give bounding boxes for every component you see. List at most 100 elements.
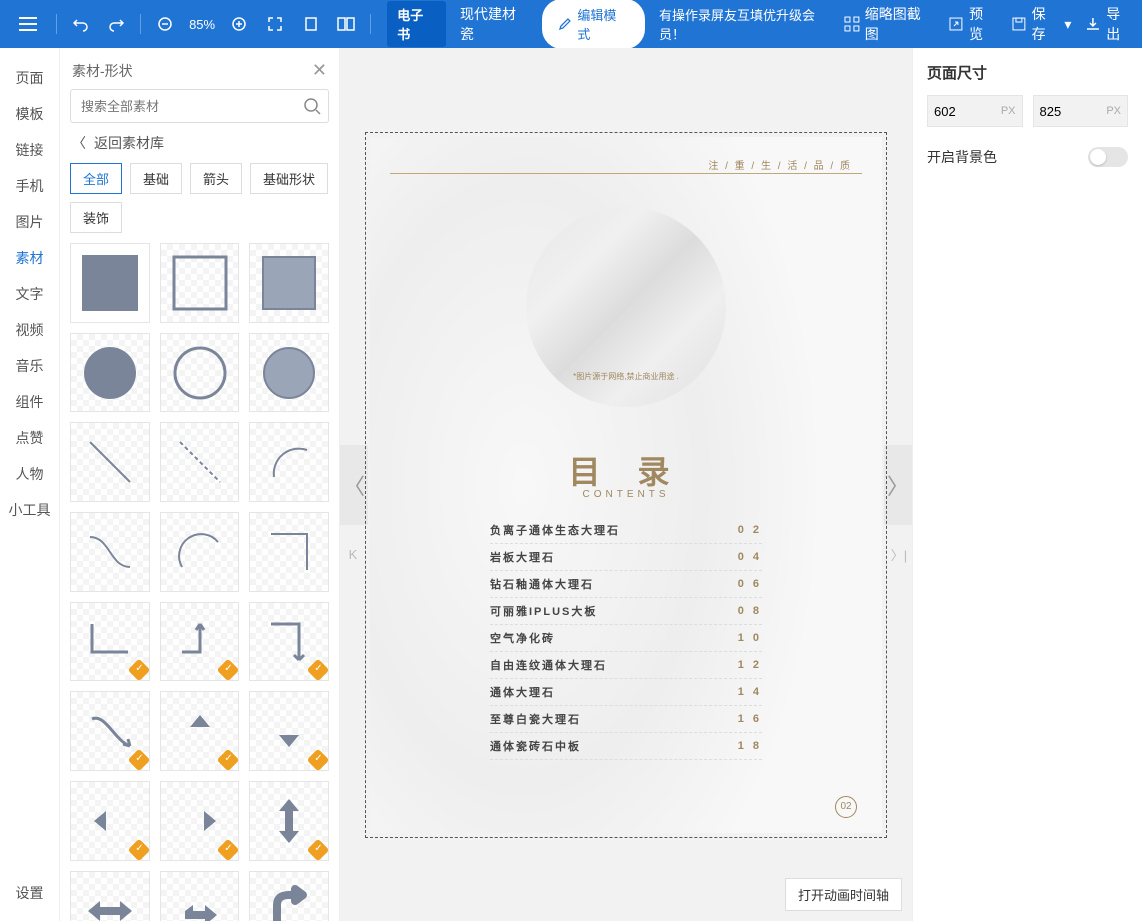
filter-tab-0[interactable]: 全部 xyxy=(70,163,122,194)
shape-item-17[interactable] xyxy=(249,691,329,771)
image-caption: *图片源于网络,禁止商业用途 . xyxy=(573,371,679,382)
shape-item-12[interactable] xyxy=(70,602,150,682)
nav-item-1[interactable]: 模板 xyxy=(0,96,59,132)
shapes-grid-scroll[interactable] xyxy=(60,243,339,921)
prev-page-button[interactable]: 〈 xyxy=(340,445,368,525)
menu-icon[interactable] xyxy=(8,4,48,44)
single-page-icon[interactable] xyxy=(295,8,327,40)
bg-toggle[interactable] xyxy=(1088,147,1128,167)
toc-page-num: 1 2 xyxy=(738,659,762,671)
shape-item-4[interactable] xyxy=(160,333,240,413)
next-page-button[interactable]: 〉 xyxy=(884,445,912,525)
shapes-grid xyxy=(70,243,329,921)
shape-item-9[interactable] xyxy=(70,512,150,592)
left-nav: 页面模板链接手机图片素材文字视频音乐组件点赞人物小工具设置 xyxy=(0,48,60,921)
open-timeline-button[interactable]: 打开动画时间轴 xyxy=(785,878,902,911)
size-row: PX PX xyxy=(927,95,1128,127)
redo-icon[interactable] xyxy=(101,8,133,40)
unit-label: PX xyxy=(1106,105,1121,117)
shape-item-13[interactable] xyxy=(160,602,240,682)
toc-label: 空气净化砖 xyxy=(490,630,555,646)
nav-item-4[interactable]: 图片 xyxy=(0,204,59,240)
shape-item-16[interactable] xyxy=(160,691,240,771)
thumbnail-button[interactable]: 缩略图截图 xyxy=(844,4,934,44)
toc-page-num: 0 2 xyxy=(738,524,762,536)
shape-item-10[interactable] xyxy=(160,512,240,592)
zoom-out-icon[interactable] xyxy=(149,8,181,40)
nav-item-0[interactable]: 页面 xyxy=(0,60,59,96)
shape-item-0[interactable] xyxy=(70,243,150,323)
preview-button[interactable]: 预览 xyxy=(948,4,997,44)
unit-label: PX xyxy=(1001,105,1016,117)
filter-tab-3[interactable]: 基础形状 xyxy=(250,163,328,194)
shape-item-3[interactable] xyxy=(70,333,150,413)
shape-item-14[interactable] xyxy=(249,602,329,682)
last-page-icon[interactable]: 〉| xyxy=(890,546,908,564)
shape-item-21[interactable] xyxy=(70,871,150,921)
nav-item-3[interactable]: 手机 xyxy=(0,168,59,204)
shape-item-8[interactable] xyxy=(249,422,329,502)
shape-item-5[interactable] xyxy=(249,333,329,413)
shape-item-1[interactable] xyxy=(160,243,240,323)
shape-item-2[interactable] xyxy=(249,243,329,323)
shape-item-11[interactable] xyxy=(249,512,329,592)
nav-item-11[interactable]: 人物 xyxy=(0,456,59,492)
shape-item-15[interactable] xyxy=(70,691,150,771)
nav-item-5[interactable]: 素材 xyxy=(0,240,59,276)
toc-row-6: 通体大理石1 4 xyxy=(490,679,762,706)
shape-item-19[interactable] xyxy=(160,781,240,861)
nav-item-7[interactable]: 视频 xyxy=(0,312,59,348)
external-icon xyxy=(948,16,964,32)
back-link[interactable]: 〈 返回素材库 xyxy=(60,133,339,163)
nav-item-9[interactable]: 组件 xyxy=(0,384,59,420)
edit-mode-label: 编辑模式 xyxy=(577,5,629,43)
pencil-icon xyxy=(558,17,572,31)
shape-item-20[interactable] xyxy=(249,781,329,861)
nav-item-10[interactable]: 点赞 xyxy=(0,420,59,456)
toggle-knob xyxy=(1090,149,1106,165)
first-page-icon[interactable]: K xyxy=(344,546,362,564)
nav-item-6[interactable]: 文字 xyxy=(0,276,59,312)
search-input[interactable] xyxy=(70,89,329,123)
nav-item-8[interactable]: 音乐 xyxy=(0,348,59,384)
undo-icon[interactable] xyxy=(65,8,97,40)
shape-item-18[interactable] xyxy=(70,781,150,861)
filter-tab-4[interactable]: 装饰 xyxy=(70,202,122,233)
toc-row-7: 至尊白瓷大理石1 6 xyxy=(490,706,762,733)
filter-tab-2[interactable]: 箭头 xyxy=(190,163,242,194)
filter-tabs: 全部基础箭头基础形状装饰 xyxy=(60,163,339,243)
page-selection-border[interactable]: 注 / 重 / 生 / 活 / 品 / 质 *图片源于网络,禁止商业用途 . 目… xyxy=(365,132,887,838)
export-button[interactable]: 导出 xyxy=(1085,4,1134,44)
page-canvas[interactable]: 注 / 重 / 生 / 活 / 品 / 质 *图片源于网络,禁止商业用途 . 目… xyxy=(370,137,882,833)
page-number-badge: 02 xyxy=(835,796,857,818)
height-field: PX xyxy=(1033,95,1129,127)
separator xyxy=(370,14,371,34)
double-page-icon[interactable] xyxy=(330,8,362,40)
nav-settings[interactable]: 设置 xyxy=(0,875,59,911)
export-icon xyxy=(1085,16,1101,32)
search-container xyxy=(70,89,329,123)
shape-item-6[interactable] xyxy=(70,422,150,502)
nav-item-12[interactable]: 小工具 xyxy=(0,492,59,528)
save-icon xyxy=(1011,16,1027,32)
top-toolbar: 85% 电子书 现代建材瓷 编辑模式 有操作录屏友互填优升级会员！ 缩略图截图 … xyxy=(0,0,1142,48)
contents-title: 目 录 CONTENTS xyxy=(569,447,684,500)
toc-row-2: 钻石釉通体大理石0 6 xyxy=(490,571,762,598)
nav-item-2[interactable]: 链接 xyxy=(0,132,59,168)
page-header-text: 注 / 重 / 生 / 活 / 品 / 质 xyxy=(708,157,852,172)
save-button[interactable]: 保存 ▾ xyxy=(1011,4,1072,44)
search-icon[interactable] xyxy=(303,97,321,115)
toc-label: 钻石釉通体大理石 xyxy=(490,576,594,592)
separator xyxy=(140,14,141,34)
zoom-in-icon[interactable] xyxy=(223,8,255,40)
page-divider-line xyxy=(390,173,862,174)
close-icon[interactable]: ✕ xyxy=(312,60,327,81)
shape-item-7[interactable] xyxy=(160,422,240,502)
toc-page-num: 1 6 xyxy=(738,713,762,725)
filter-tab-1[interactable]: 基础 xyxy=(130,163,182,194)
doc-title: 现代建材瓷 xyxy=(460,4,530,44)
fit-screen-icon[interactable] xyxy=(259,8,291,40)
shape-item-23[interactable] xyxy=(249,871,329,921)
shape-item-22[interactable] xyxy=(160,871,240,921)
edit-mode-toggle[interactable]: 编辑模式 xyxy=(542,0,646,49)
